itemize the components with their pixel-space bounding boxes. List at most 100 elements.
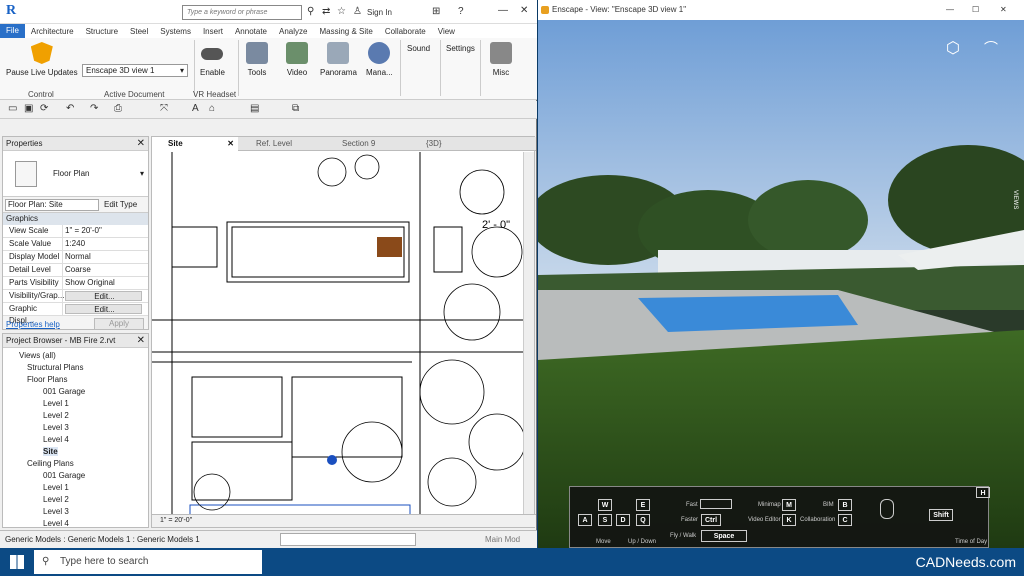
browser-node[interactable]: Level 3 (43, 507, 69, 516)
render-viewport[interactable]: ⬡ ⌒ VIEWS (538, 20, 1024, 548)
graphics-group[interactable]: Graphics (3, 213, 148, 225)
edit-type-button[interactable]: Edit Type (104, 200, 137, 209)
exchange-icon[interactable]: ⇄ (322, 6, 330, 17)
help-icon[interactable]: ? (458, 6, 464, 17)
property-value[interactable]: Normal (63, 251, 148, 263)
tab-3d[interactable]: {3D} (410, 137, 480, 151)
minimize-button[interactable]: — (498, 5, 508, 16)
menu-annotate[interactable]: Annotate (229, 27, 273, 36)
property-value[interactable]: Show Original (63, 277, 148, 289)
main-model-select[interactable]: Main Mod (485, 531, 520, 548)
misc-label: Misc (492, 68, 510, 77)
minimap-label: Minimap (758, 502, 781, 508)
redo-icon[interactable]: ↷ (90, 103, 98, 114)
revit-logo[interactable]: R (6, 3, 22, 19)
property-value[interactable]: Edit... (65, 304, 142, 314)
instance-select[interactable]: Floor Plan: Site (5, 199, 99, 211)
browser-node[interactable]: Site (43, 447, 58, 456)
text-icon[interactable]: A (192, 103, 199, 114)
browser-node[interactable]: Views (all) (19, 351, 56, 360)
open-icon[interactable]: ▭ (8, 103, 17, 114)
maximize-button[interactable]: ☐ (972, 0, 979, 20)
browser-node[interactable]: 001 Garage (43, 387, 85, 396)
menu-insert[interactable]: Insert (197, 27, 229, 36)
browser-node[interactable]: Structural Plans (27, 363, 83, 372)
key-b: B (838, 499, 852, 511)
property-value[interactable]: 1" = 20'-0" (63, 225, 148, 237)
close-icon[interactable]: ✕ (137, 334, 145, 348)
search-input[interactable]: Type a keyword or phrase (182, 5, 302, 20)
view-scale-label[interactable]: 1" = 20'-0" (160, 517, 192, 524)
switch-windows-icon[interactable]: ⧉ (292, 103, 299, 114)
measure-icon[interactable]: ⤧ (160, 103, 168, 114)
misc-button[interactable]: Misc (490, 42, 512, 77)
user-icon[interactable]: ♙ (353, 6, 362, 17)
menu-collaborate[interactable]: Collaborate (379, 27, 432, 36)
menu-structure[interactable]: Structure (80, 27, 124, 36)
browser-node[interactable]: Level 3 (43, 423, 69, 432)
menu-systems[interactable]: Systems (154, 27, 197, 36)
menu-architecture[interactable]: Architecture (25, 27, 80, 36)
property-row: Detail Level Coarse (3, 264, 148, 277)
print-icon[interactable]: ⎙ (114, 103, 122, 114)
star-icon[interactable]: ☆ (337, 6, 346, 17)
thin-lines-icon[interactable]: ▤ (250, 103, 259, 114)
close-button[interactable]: ✕ (520, 5, 528, 16)
document-select-value: Enscape 3D view 1 (86, 66, 155, 75)
sync-icon[interactable]: ⟳ (40, 103, 48, 114)
close-icon[interactable]: ✕ (137, 137, 145, 151)
menu-view[interactable]: View (432, 27, 461, 36)
workset-select[interactable] (280, 533, 416, 546)
cube-icon[interactable]: ⬡ (946, 38, 960, 58)
video-button[interactable]: Video (286, 42, 308, 77)
tools-button[interactable]: Tools (246, 42, 268, 77)
type-selector[interactable]: Floor Plan ▾ (3, 151, 148, 197)
taskbar-search[interactable]: ⚲ Type here to search (34, 550, 262, 574)
enscape-titlebar: Enscape - View: "Enscape 3D view 1" — ☐ … (538, 0, 1024, 20)
tab-ref-level[interactable]: Ref. Level (240, 137, 320, 151)
browser-node[interactable]: Level 4 (43, 435, 69, 444)
browser-node[interactable]: Level 2 (43, 495, 69, 504)
menu-massing[interactable]: Massing & Site (313, 27, 378, 36)
browser-node[interactable]: Level 1 (43, 483, 69, 492)
video-label: Video (286, 68, 308, 77)
views-tab[interactable]: VIEWS (1012, 190, 1018, 209)
tab-site[interactable]: Site ✕ (152, 137, 238, 151)
close-button[interactable]: ✕ (1000, 0, 1007, 20)
binoculars-icon[interactable]: ⚲ (307, 6, 314, 17)
plan-canvas[interactable]: 2' - 0" (152, 152, 525, 515)
property-value[interactable]: 1:240 (63, 238, 148, 250)
settings-button[interactable]: Settings (446, 44, 475, 53)
windows-start-icon[interactable] (10, 555, 24, 569)
manage-button[interactable]: Mana... (366, 42, 393, 77)
property-value[interactable]: Edit... (65, 291, 142, 301)
undo-icon[interactable]: ↶ (66, 103, 74, 114)
apply-button[interactable]: Apply (94, 318, 144, 330)
browser-node[interactable]: Floor Plans (27, 375, 67, 384)
browser-node[interactable]: Level 4 (43, 519, 69, 528)
document-select[interactable]: Enscape 3D view 1 ▾ (82, 64, 188, 77)
menu-steel[interactable]: Steel (124, 27, 154, 36)
browser-node[interactable]: Ceiling Plans (27, 459, 74, 468)
sound-button[interactable]: Sound (407, 44, 430, 53)
menu-file[interactable]: File (0, 24, 25, 38)
menu-analyze[interactable]: Analyze (273, 27, 313, 36)
properties-help-link[interactable]: Properties help (6, 320, 60, 329)
browser-node[interactable]: Level 1 (43, 399, 69, 408)
tab-section-9[interactable]: Section 9 (326, 137, 402, 151)
close-icon[interactable]: ✕ (227, 137, 234, 151)
cart-icon[interactable]: ⊞ (432, 6, 440, 17)
pause-live-updates-button[interactable]: Pause Live Updates (6, 42, 78, 77)
save-icon[interactable]: ▣ (24, 103, 33, 114)
enable-vr-button[interactable]: Enable (200, 42, 225, 77)
property-value[interactable]: Coarse (63, 264, 148, 276)
browser-node[interactable]: Level 2 (43, 411, 69, 420)
3d-view-icon[interactable]: ⌂ (209, 103, 215, 114)
vertical-scrollbar[interactable] (523, 152, 534, 515)
minimize-button[interactable]: — (946, 0, 954, 20)
hide-hud-key[interactable]: H (976, 487, 990, 498)
browser-node[interactable]: 001 Garage (43, 471, 85, 480)
sign-in-link[interactable]: Sign In (367, 8, 392, 17)
wings-icon[interactable]: ⌒ (984, 38, 998, 58)
panorama-button[interactable]: Panorama (320, 42, 357, 77)
